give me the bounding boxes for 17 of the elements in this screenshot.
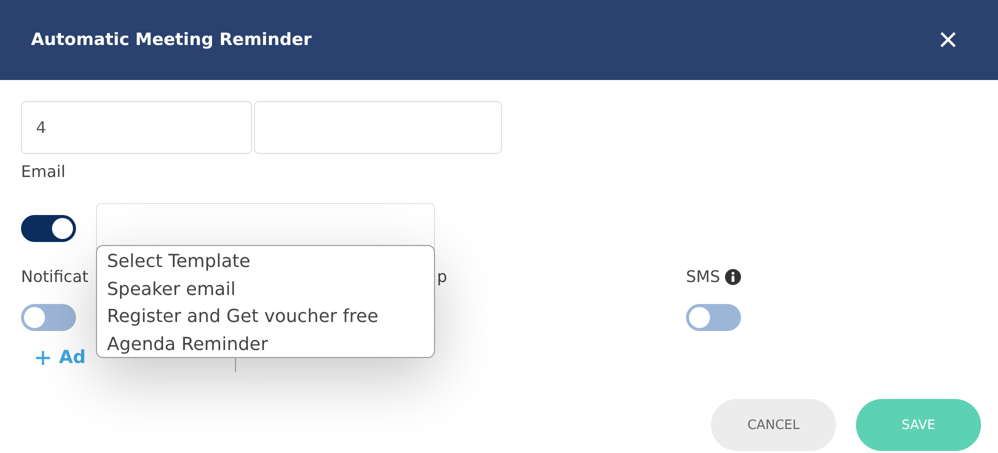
channel-toggle[interactable] — [21, 304, 76, 331]
channel-toggle[interactable] — [686, 304, 741, 331]
template-option[interactable]: Agenda Reminder — [107, 330, 424, 358]
template-option[interactable]: Select Template — [107, 248, 424, 276]
input-field[interactable]: 4 — [21, 101, 252, 154]
channel-label: Notificat — [21, 267, 90, 286]
dialog-title: Automatic Meeting Reminder — [31, 30, 312, 50]
cancel-button[interactable]: CANCEL — [711, 399, 836, 451]
email-toggle[interactable] — [21, 214, 76, 242]
template-option[interactable]: Register and Get voucher free — [107, 303, 424, 330]
channel-label: p — [437, 267, 448, 286]
channel-label: SMS — [686, 267, 886, 286]
email-label: Email — [21, 162, 66, 181]
input-field[interactable] — [254, 101, 502, 154]
plus-icon — [35, 350, 51, 366]
template-option[interactable]: Speaker email — [107, 276, 424, 303]
close-button[interactable]: × — [938, 23, 958, 57]
